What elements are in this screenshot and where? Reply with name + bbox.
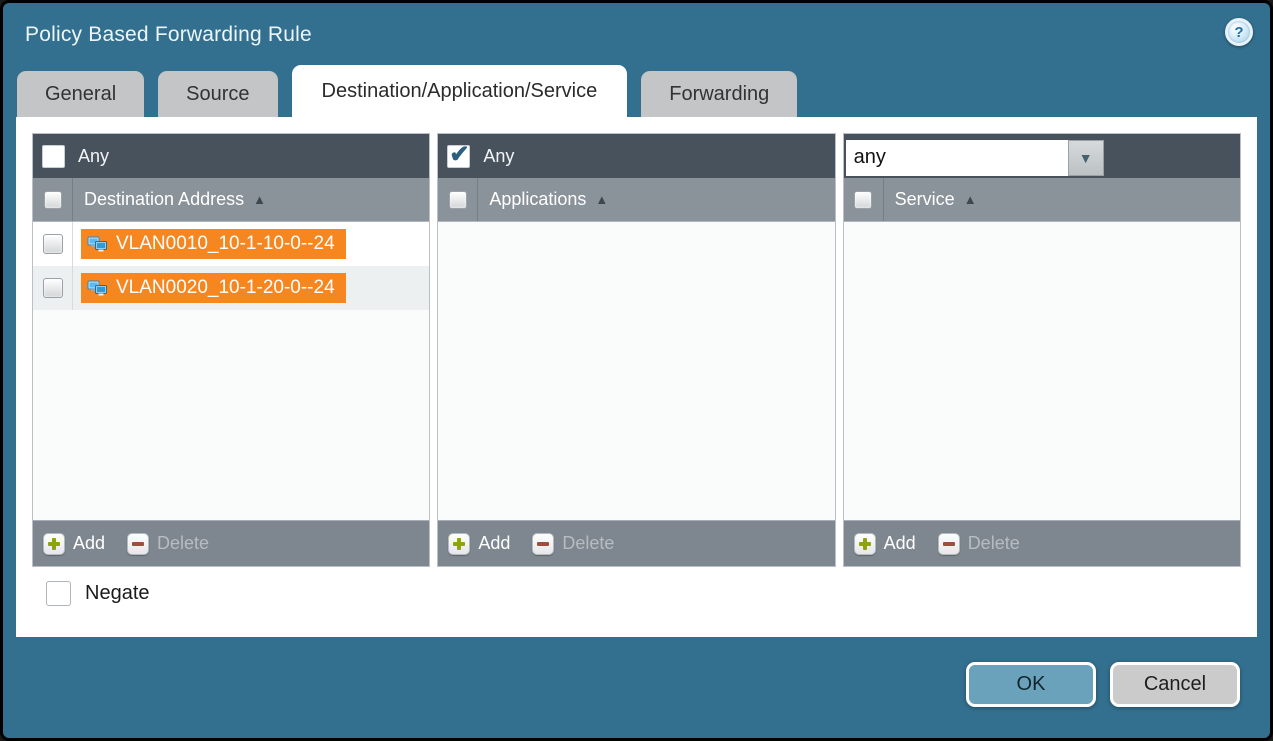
destination-address-chip[interactable]: VLAN0020_10-1-20-0--24 [81, 273, 346, 303]
add-icon [854, 533, 876, 555]
destination-select-all-cell [33, 178, 73, 221]
service-dropdown-input[interactable] [846, 140, 1068, 176]
tab-bar: General Source Destination/Application/S… [3, 61, 1270, 117]
applications-column: Any Applications ▲ Add [437, 133, 835, 567]
dialog-title: Policy Based Forwarding Rule [25, 23, 312, 47]
sort-asc-icon[interactable]: ▲ [964, 192, 977, 207]
destination-select-all-checkbox[interactable] [44, 191, 62, 209]
delete-icon [127, 533, 149, 555]
ok-button[interactable]: OK [966, 662, 1096, 707]
tab-general[interactable]: General [17, 71, 144, 117]
tab-destination-application-service[interactable]: Destination/Application/Service [292, 65, 628, 117]
title-bar: Policy Based Forwarding Rule ? [3, 3, 1270, 61]
destination-delete-button[interactable]: Delete [127, 533, 209, 555]
tab-forwarding[interactable]: Forwarding [641, 71, 797, 117]
applications-header: Applications ▲ [438, 178, 834, 222]
destination-row-checkbox[interactable] [43, 234, 63, 254]
service-toolbar: Add Delete [844, 520, 1240, 566]
negate-checkbox[interactable] [46, 581, 71, 606]
destination-address-chip[interactable]: VLAN0010_10-1-10-0--24 [81, 229, 346, 259]
destination-header-label[interactable]: Destination Address [84, 189, 244, 210]
cancel-button[interactable]: Cancel [1110, 662, 1240, 707]
applications-any-label: Any [483, 146, 514, 167]
destination-address-label: VLAN0020_10-1-20-0--24 [116, 277, 335, 299]
service-column: ▼ Service ▲ Add [843, 133, 1241, 567]
negate-row: Negate [46, 581, 1241, 606]
destination-toolbar: Add Delete [33, 520, 429, 566]
destination-any-bar: Any [33, 134, 429, 178]
destination-address-label: VLAN0010_10-1-10-0--24 [116, 233, 335, 255]
applications-select-all-cell [438, 178, 478, 221]
service-select-all-checkbox[interactable] [854, 191, 872, 209]
applications-header-label[interactable]: Applications [489, 189, 586, 210]
applications-list [438, 222, 834, 520]
destination-row-checkbox[interactable] [43, 278, 63, 298]
destination-any-label: Any [78, 146, 109, 167]
destination-add-button[interactable]: Add [43, 533, 105, 555]
service-delete-button[interactable]: Delete [938, 533, 1020, 555]
address-object-icon [87, 236, 108, 253]
dialog-footer: OK Cancel [3, 637, 1270, 740]
help-icon[interactable]: ? [1225, 18, 1253, 46]
add-icon [43, 533, 65, 555]
table-row: VLAN0020_10-1-20-0--24 [33, 266, 429, 310]
service-list [844, 222, 1240, 520]
applications-add-button[interactable]: Add [448, 533, 510, 555]
tab-content: Any Destination Address ▲ [16, 117, 1257, 637]
sort-asc-icon[interactable]: ▲ [595, 192, 608, 207]
service-dropdown-button[interactable]: ▼ [1068, 140, 1104, 176]
policy-based-forwarding-dialog: Policy Based Forwarding Rule ? General S… [0, 0, 1273, 741]
destination-list: VLAN0010_10-1-10-0--24 [33, 222, 429, 520]
address-object-icon [87, 280, 108, 297]
applications-select-all-checkbox[interactable] [449, 191, 467, 209]
applications-any-bar: Any [438, 134, 834, 178]
applications-any-checkbox[interactable] [447, 145, 470, 168]
destination-any-checkbox[interactable] [42, 145, 65, 168]
applications-toolbar: Add Delete [438, 520, 834, 566]
add-icon [448, 533, 470, 555]
tab-source[interactable]: Source [158, 71, 277, 117]
delete-icon [532, 533, 554, 555]
delete-icon [938, 533, 960, 555]
negate-label: Negate [85, 582, 150, 605]
chevron-down-icon: ▼ [1079, 150, 1093, 166]
destination-column: Any Destination Address ▲ [32, 133, 430, 567]
service-dropdown-bar: ▼ [844, 134, 1240, 178]
columns: Any Destination Address ▲ [32, 133, 1241, 567]
service-header: Service ▲ [844, 178, 1240, 222]
service-select-all-cell [844, 178, 884, 221]
destination-header: Destination Address ▲ [33, 178, 429, 222]
service-header-label[interactable]: Service [895, 189, 955, 210]
applications-delete-button[interactable]: Delete [532, 533, 614, 555]
service-add-button[interactable]: Add [854, 533, 916, 555]
sort-asc-icon[interactable]: ▲ [253, 192, 266, 207]
table-row: VLAN0010_10-1-10-0--24 [33, 222, 429, 266]
